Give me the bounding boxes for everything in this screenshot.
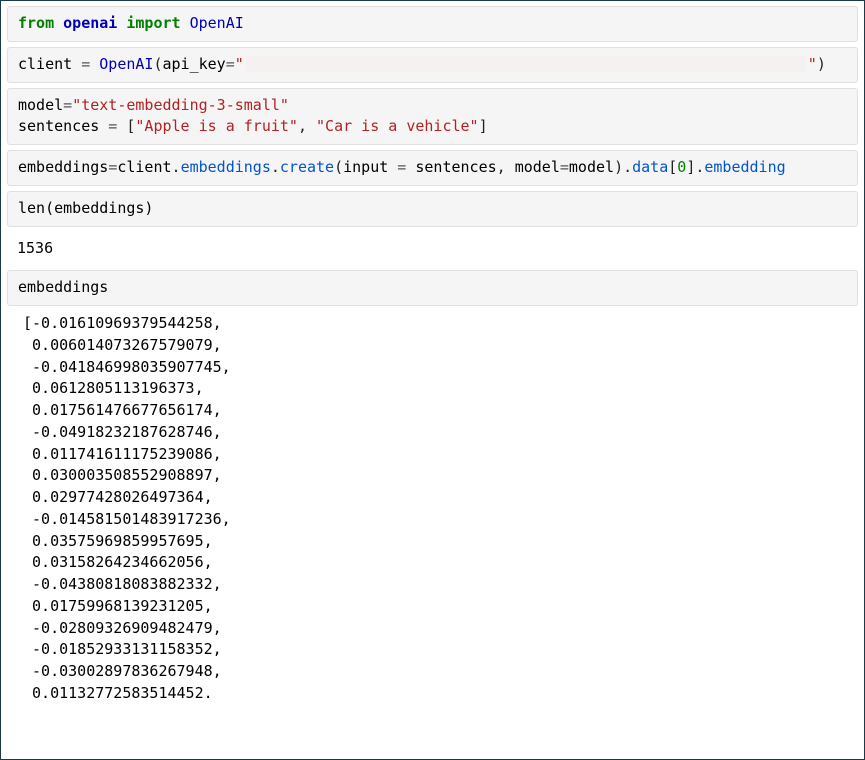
- dot: .: [172, 158, 181, 176]
- expr-embeddings: embeddings: [18, 278, 108, 296]
- attr-embeddings: embeddings: [181, 158, 271, 176]
- equals: =: [63, 96, 72, 114]
- code-cell-6[interactable]: embeddings: [7, 270, 858, 306]
- attr-data: data: [632, 158, 668, 176]
- code-cell-5[interactable]: len(embeddings): [7, 191, 858, 227]
- arg-sentences: sentences: [415, 158, 496, 176]
- dot: .: [271, 158, 280, 176]
- string-model: "text-embedding-3-small": [72, 96, 289, 114]
- string-open-quote: ": [235, 55, 244, 73]
- comma: ,: [497, 158, 515, 176]
- method-create: create: [280, 158, 334, 176]
- rparen: ): [817, 55, 826, 73]
- module-name: openai: [63, 14, 117, 32]
- keyword-import: import: [126, 14, 180, 32]
- var-sentences: sentences: [18, 117, 99, 135]
- lparen: (: [153, 55, 162, 73]
- kwarg-api-key: api_key: [163, 55, 226, 73]
- code-cell-2[interactable]: client = OpenAI(api_key=""): [7, 47, 858, 83]
- equals: =: [560, 158, 569, 176]
- comma: ,: [298, 117, 316, 135]
- string-s1: "Apple is a fruit": [135, 117, 298, 135]
- output-cell-6: [-0.01610969379544258, 0.006014073267579…: [7, 311, 858, 711]
- code-cell-4[interactable]: embeddings=client.embeddings.create(inpu…: [7, 150, 858, 186]
- equals: =: [108, 158, 117, 176]
- string-close-quote: ": [808, 55, 817, 73]
- arg-model: model: [569, 158, 614, 176]
- kwarg-model: model: [515, 158, 560, 176]
- keyword-from: from: [18, 14, 54, 32]
- rbracket: ]: [686, 158, 695, 176]
- rparen: ): [614, 158, 623, 176]
- dot: .: [623, 158, 632, 176]
- equals: =: [99, 117, 126, 135]
- output-cell-5: 1536: [7, 232, 858, 266]
- code-cell-1[interactable]: from openai import OpenAI: [7, 6, 858, 42]
- code-cell-3[interactable]: model="text-embedding-3-small" sentences…: [7, 88, 858, 146]
- index-zero: 0: [677, 158, 686, 176]
- equals: =: [388, 158, 415, 176]
- call-len-embeddings: len(embeddings): [18, 199, 153, 217]
- equals: =: [72, 55, 99, 73]
- redacted-api-key: [246, 56, 806, 72]
- rbracket: ]: [479, 117, 488, 135]
- string-s2: "Car is a vehicle": [316, 117, 479, 135]
- kwarg-input: input: [343, 158, 388, 176]
- var-model: model: [18, 96, 63, 114]
- lbracket: [: [668, 158, 677, 176]
- class-openai-call: OpenAI: [99, 55, 153, 73]
- class-openai: OpenAI: [190, 14, 244, 32]
- var-embeddings: embeddings: [18, 158, 108, 176]
- lparen: (: [334, 158, 343, 176]
- var-client: client: [18, 55, 72, 73]
- equals: =: [226, 55, 235, 73]
- notebook-container: from openai import OpenAI client = OpenA…: [0, 0, 865, 760]
- attr-embedding: embedding: [704, 158, 785, 176]
- var-client: client: [117, 158, 171, 176]
